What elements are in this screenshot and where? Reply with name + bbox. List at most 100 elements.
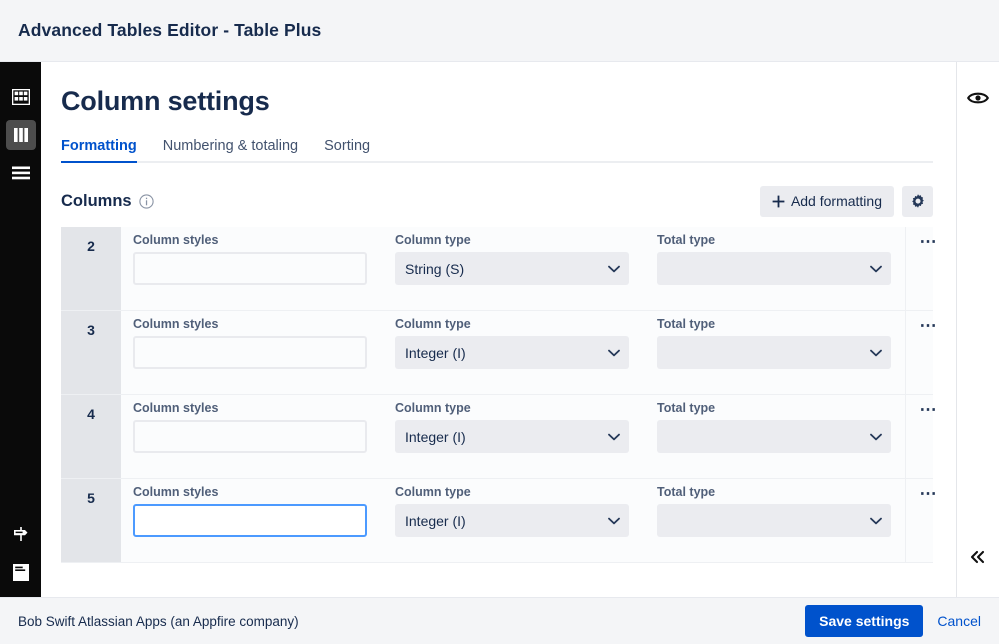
columns-section-header: Columns Add formatting xyxy=(61,185,933,217)
row-fields: Column styles Column type Integer (I) xyxy=(121,311,905,394)
total-type-label: Total type xyxy=(657,317,905,331)
column-type-value: String (S) xyxy=(405,261,464,277)
rail-item-columns[interactable] xyxy=(6,120,36,150)
title-bar: Advanced Tables Editor - Table Plus xyxy=(0,0,999,62)
column-type-label: Column type xyxy=(395,401,643,415)
row-menu: ⋯ xyxy=(905,395,951,478)
table-grid-icon xyxy=(12,89,30,105)
eye-icon xyxy=(967,90,989,106)
table-row: 4 Column styles Column type Integer (I) xyxy=(61,395,933,479)
chevron-down-icon xyxy=(608,433,620,441)
total-type-select[interactable] xyxy=(657,420,891,453)
section-title: Columns xyxy=(61,192,132,211)
total-type-field: Total type xyxy=(657,401,905,478)
footer-credit: Bob Swift Atlassian Apps (an Appfire com… xyxy=(18,614,299,629)
row-number: 4 xyxy=(61,395,121,478)
rail-item-rows[interactable] xyxy=(6,158,36,188)
total-type-select[interactable] xyxy=(657,252,891,285)
table-row: 5 Column styles Column type Integer (I) xyxy=(61,479,933,563)
chevron-down-icon xyxy=(870,433,882,441)
right-sidebar xyxy=(956,62,999,597)
table-row: 3 Column styles Column type Integer (I) xyxy=(61,311,933,395)
column-type-field: Column type String (S) xyxy=(395,233,643,310)
row-menu: ⋯ xyxy=(905,227,951,310)
tab-formatting[interactable]: Formatting xyxy=(61,138,137,161)
chevron-down-icon xyxy=(870,517,882,525)
tab-numbering-totaling[interactable]: Numbering & totaling xyxy=(163,138,298,161)
add-formatting-button[interactable]: Add formatting xyxy=(760,186,894,217)
signpost-icon xyxy=(11,524,31,544)
total-type-select[interactable] xyxy=(657,336,891,369)
column-styles-input[interactable] xyxy=(133,252,367,285)
column-type-value: Integer (I) xyxy=(405,345,466,361)
row-menu: ⋯ xyxy=(905,311,951,394)
column-type-label: Column type xyxy=(395,485,643,499)
main-content: Column settings Formatting Numbering & t… xyxy=(41,62,956,597)
info-circle-icon[interactable] xyxy=(139,194,154,209)
rail-item-table[interactable] xyxy=(6,82,36,112)
column-styles-label: Column styles xyxy=(133,485,381,499)
save-settings-button[interactable]: Save settings xyxy=(805,605,923,637)
rail-item-guide[interactable] xyxy=(6,519,36,549)
book-icon xyxy=(12,563,30,582)
row-number: 2 xyxy=(61,227,121,310)
chevron-down-icon xyxy=(608,349,620,357)
column-styles-field: Column styles xyxy=(133,233,381,310)
column-styles-field: Column styles xyxy=(133,485,381,562)
column-styles-field: Column styles xyxy=(133,401,381,478)
chevron-down-icon xyxy=(608,517,620,525)
column-type-value: Integer (I) xyxy=(405,513,466,529)
chevron-down-icon xyxy=(870,265,882,273)
page-title: Column settings xyxy=(61,86,956,117)
total-type-field: Total type xyxy=(657,233,905,310)
row-fields: Column styles Column type Integer (I) xyxy=(121,395,905,478)
rail-item-docs[interactable] xyxy=(6,557,36,587)
columns-rows-list: 2 Column styles Column type String (S) xyxy=(61,227,933,563)
column-type-label: Column type xyxy=(395,233,643,247)
total-type-field: Total type xyxy=(657,485,905,562)
gear-icon xyxy=(910,193,926,209)
app-title: Advanced Tables Editor - Table Plus xyxy=(18,20,321,41)
column-type-select[interactable]: Integer (I) xyxy=(395,504,629,537)
row-menu: ⋯ xyxy=(905,479,951,562)
tab-sorting[interactable]: Sorting xyxy=(324,138,370,161)
chevron-down-icon xyxy=(870,349,882,357)
column-type-field: Column type Integer (I) xyxy=(395,317,643,394)
column-styles-input[interactable] xyxy=(133,336,367,369)
ellipsis-icon[interactable]: ⋯ xyxy=(920,487,938,562)
app-window: Advanced Tables Editor - Table Plus xyxy=(0,0,999,644)
row-number: 5 xyxy=(61,479,121,562)
column-styles-label: Column styles xyxy=(133,317,381,331)
total-type-select[interactable] xyxy=(657,504,891,537)
column-type-select[interactable]: Integer (I) xyxy=(395,336,629,369)
column-settings-gear-button[interactable] xyxy=(902,186,933,217)
chevron-double-left-icon xyxy=(969,550,987,564)
collapse-panel-button[interactable] xyxy=(964,543,992,571)
columns-icon xyxy=(13,127,29,143)
ellipsis-icon[interactable]: ⋯ xyxy=(920,319,938,394)
column-styles-input[interactable] xyxy=(133,420,367,453)
ellipsis-icon[interactable]: ⋯ xyxy=(920,235,938,310)
tab-bar: Formatting Numbering & totaling Sorting xyxy=(61,133,933,163)
row-fields: Column styles Column type String (S) xyxy=(121,227,905,310)
total-type-label: Total type xyxy=(657,485,905,499)
table-row: 2 Column styles Column type String (S) xyxy=(61,227,933,311)
ellipsis-icon[interactable]: ⋯ xyxy=(920,403,938,478)
column-styles-input[interactable] xyxy=(133,504,367,537)
total-type-field: Total type xyxy=(657,317,905,394)
cancel-button[interactable]: Cancel xyxy=(937,613,981,629)
left-sidebar xyxy=(0,62,41,597)
plus-icon xyxy=(772,195,785,208)
total-type-label: Total type xyxy=(657,401,905,415)
column-styles-field: Column styles xyxy=(133,317,381,394)
column-type-select[interactable]: Integer (I) xyxy=(395,420,629,453)
add-formatting-label: Add formatting xyxy=(791,193,882,209)
row-number: 3 xyxy=(61,311,121,394)
column-type-select[interactable]: String (S) xyxy=(395,252,629,285)
preview-toggle-button[interactable] xyxy=(964,84,992,112)
column-styles-label: Column styles xyxy=(133,401,381,415)
rows-icon xyxy=(12,166,30,180)
chevron-down-icon xyxy=(608,265,620,273)
total-type-label: Total type xyxy=(657,233,905,247)
column-styles-label: Column styles xyxy=(133,233,381,247)
